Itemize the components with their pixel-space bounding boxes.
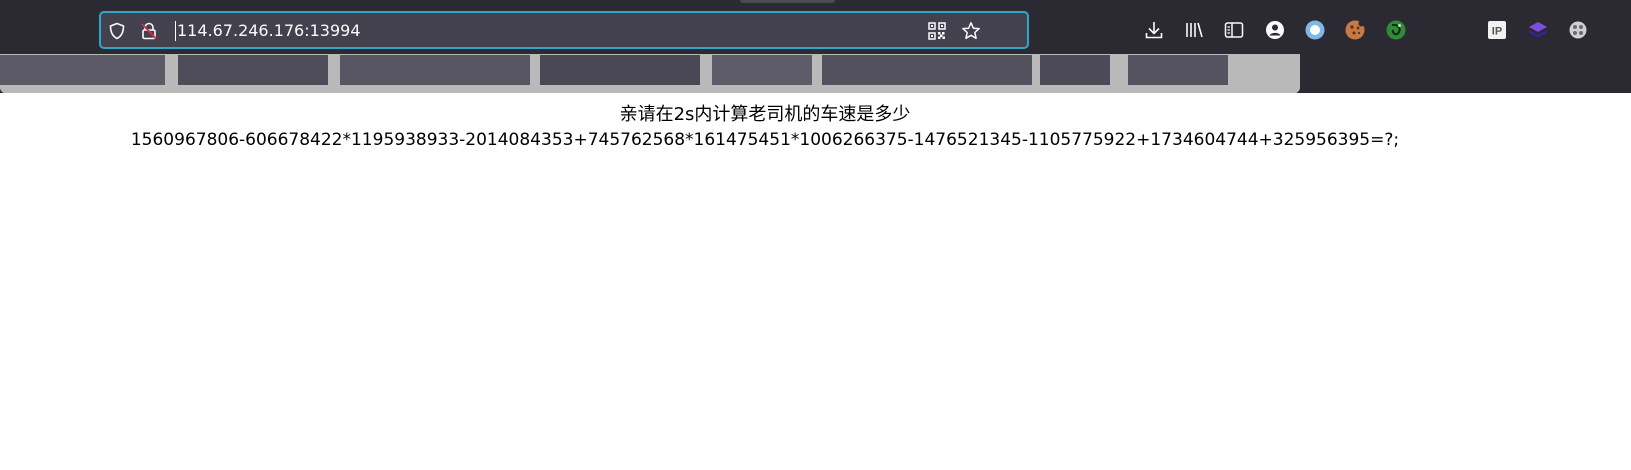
purple-extension-icon[interactable] xyxy=(1527,19,1549,41)
redacted-bookmark xyxy=(0,55,165,85)
green-extension-icon[interactable] xyxy=(1385,19,1407,41)
redacted-bookmark xyxy=(712,55,812,85)
browser-window: 114.67.246.176:13994 IP 亲请在2s内计算老司机的车速是多… xyxy=(0,0,1631,470)
challenge-prompt: 亲请在2s内计算老司机的车速是多少 xyxy=(619,104,911,125)
page-content: 亲请在2s内计算老司机的车速是多少 1560967806-606678422*1… xyxy=(0,93,1631,470)
redacted-bookmark xyxy=(822,55,1032,85)
redacted-bookmark xyxy=(178,55,328,85)
cookie-extension-icon[interactable] xyxy=(1344,19,1366,41)
download-icon[interactable] xyxy=(1143,19,1165,41)
redacted-bookmark xyxy=(1040,55,1110,85)
ip-extension-icon[interactable]: IP xyxy=(1486,19,1508,41)
redacted-bookmark xyxy=(1128,55,1228,85)
redacted-bookmark xyxy=(340,55,530,85)
browser-toolbar: 114.67.246.176:13994 IP xyxy=(0,0,1631,59)
challenge-expression: 1560967806-606678422*1195938933-20140843… xyxy=(130,130,1400,150)
tab-strip-indicator xyxy=(740,0,835,3)
shield-icon[interactable] xyxy=(107,21,127,41)
gray-extension-icon[interactable] xyxy=(1567,19,1589,41)
library-icon[interactable] xyxy=(1183,19,1205,41)
sidebar-icon[interactable] xyxy=(1223,19,1245,41)
url-text[interactable]: 114.67.246.176:13994 xyxy=(177,21,361,41)
ip-extension-label: IP xyxy=(1492,26,1502,38)
extension-ring-icon[interactable] xyxy=(1304,19,1326,41)
qr-code-icon[interactable] xyxy=(927,21,947,41)
address-bar[interactable]: 114.67.246.176:13994 xyxy=(99,11,1029,49)
account-icon[interactable] xyxy=(1264,19,1286,41)
redacted-bookmark xyxy=(540,55,700,85)
text-caret xyxy=(175,21,176,41)
insecure-lock-icon[interactable] xyxy=(139,21,159,41)
bookmark-star-icon[interactable] xyxy=(961,21,981,41)
